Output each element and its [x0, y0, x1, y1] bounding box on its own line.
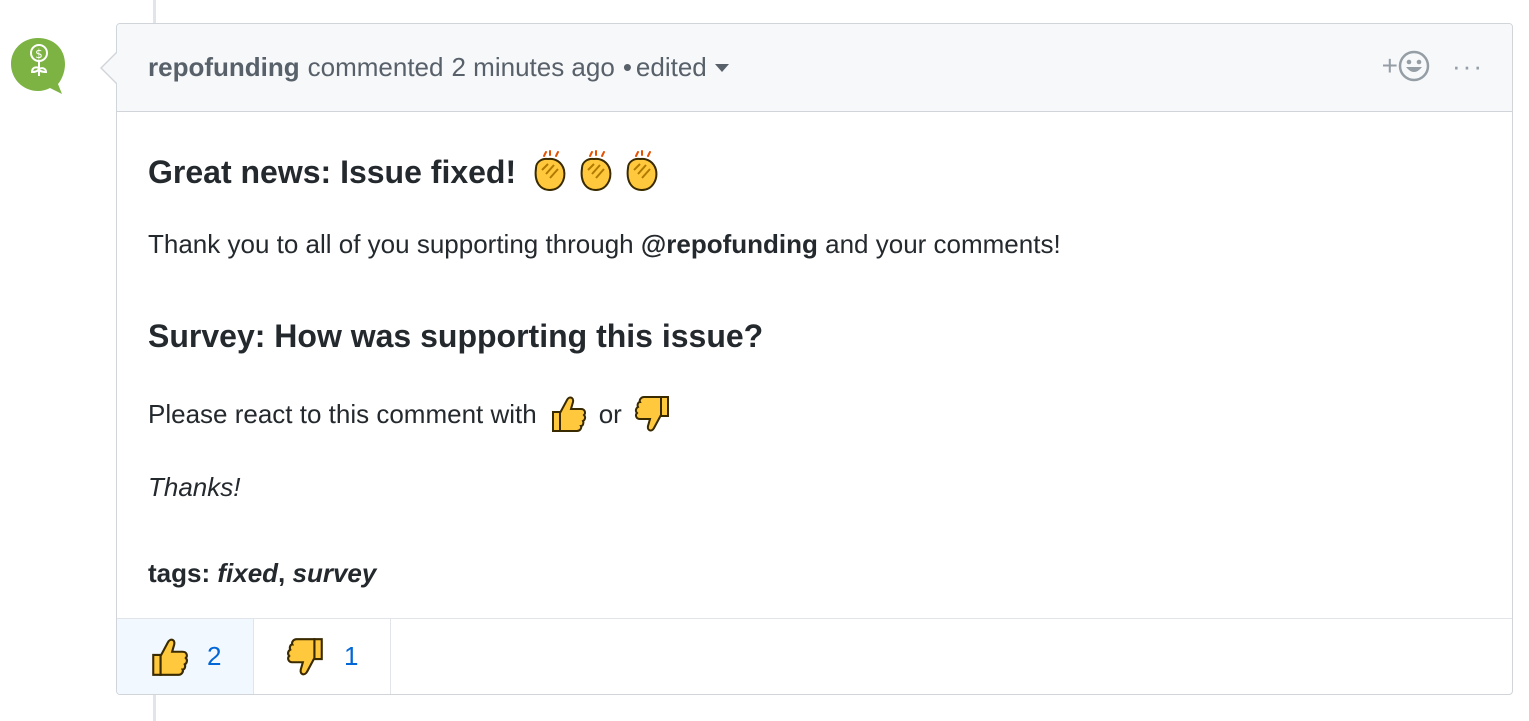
tags-line: tags: fixed, survey [148, 558, 376, 589]
reaction-thumbs-up-button[interactable]: 2 [117, 619, 254, 694]
tag-survey: survey [292, 558, 377, 588]
signoff-text: Thanks! [148, 472, 241, 502]
edited-dropdown[interactable]: edited [636, 52, 729, 83]
thumbs-up-icon [549, 394, 587, 434]
smiley-icon [1398, 50, 1430, 82]
tag-fixed: fixed [217, 558, 279, 588]
svg-text:$: $ [35, 47, 43, 61]
react-pre-text: Please react to this comment with [148, 398, 537, 429]
edited-label: edited [635, 52, 707, 82]
react-or-text: or [598, 398, 622, 429]
chevron-down-icon [714, 63, 729, 72]
clapping-hands-icon [580, 150, 612, 192]
reactions-bar: 2 1 [117, 618, 1512, 694]
heading-text: Great news: Issue fixed! [148, 153, 517, 190]
heading-fixed: Great news: Issue fixed! [148, 150, 664, 194]
comment-header: repofunding commented 2 minutes ago • ed… [117, 24, 1512, 112]
plus-label: + [1381, 50, 1399, 81]
avatar[interactable]: $ [10, 36, 66, 96]
add-reaction-button[interactable]: + [1382, 50, 1430, 82]
thumbs-down-icon [287, 637, 323, 675]
tags-label: tags: [148, 558, 211, 588]
more-options-button[interactable]: ··· [1452, 53, 1484, 79]
comment-action: commented [307, 52, 444, 82]
thumbs-up-icon [152, 638, 188, 676]
comment-time[interactable]: 2 minutes ago [451, 52, 614, 83]
thanks-pre-text: Thank you to all of you supporting throu… [148, 229, 634, 259]
react-paragraph: Please react to this comment with or [148, 394, 684, 434]
clapping-hands-icons [528, 150, 664, 194]
reaction-count: 2 [207, 641, 222, 671]
survey-heading: Survey: How was supporting this issue? [148, 318, 764, 354]
clapping-hands-icon [626, 150, 658, 192]
comment-separator: • [622, 52, 632, 82]
mention-link[interactable]: @repofunding [641, 229, 818, 259]
reaction-thumbs-down-button[interactable]: 1 [254, 619, 391, 694]
header-actions: + ··· [1382, 50, 1484, 82]
clapping-hands-icon [534, 150, 566, 192]
thanks-post-text: and your comments! [825, 229, 1061, 259]
comment-author[interactable]: repofunding [148, 52, 300, 83]
thumbs-down-icon [634, 394, 672, 434]
tag-separator: , [278, 558, 286, 588]
comment-caret-inner [102, 53, 117, 83]
comment-box: repofunding commented 2 minutes ago • ed… [116, 23, 1513, 695]
reaction-count: 1 [344, 641, 359, 671]
thanks-paragraph: Thank you to all of you supporting throu… [148, 229, 1061, 260]
